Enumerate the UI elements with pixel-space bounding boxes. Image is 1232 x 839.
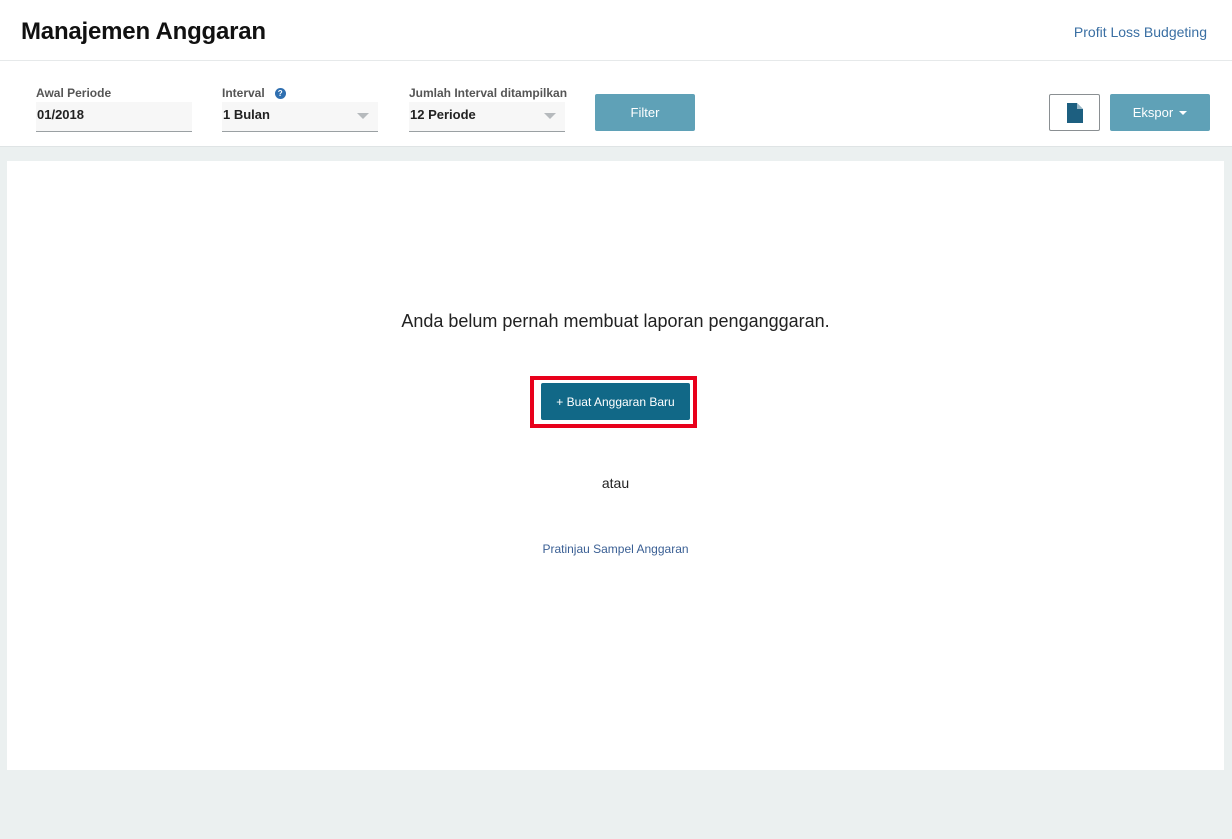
interval-field: Interval ? 1 Bulan: [222, 86, 378, 132]
interval-value: 1 Bulan: [223, 107, 270, 122]
chevron-down-icon: [1179, 110, 1188, 115]
or-text: atau: [601, 475, 630, 491]
dropdown-arrow-icon: [544, 113, 556, 119]
export-button[interactable]: Ekspor: [1110, 94, 1210, 131]
filter-bar: Awal Periode 01/2018 Interval ? 1 Bulan …: [0, 61, 1232, 147]
filter-button[interactable]: Filter: [595, 94, 695, 131]
document-button[interactable]: [1049, 94, 1100, 131]
interval-count-field: Jumlah Interval ditampilkan 12 Periode: [409, 86, 567, 132]
main-card: Anda belum pernah membuat laporan pengan…: [7, 161, 1224, 770]
interval-label-row: Interval ?: [222, 86, 378, 100]
interval-count-select[interactable]: 12 Periode: [409, 102, 565, 132]
start-period-value: 01/2018: [37, 107, 84, 122]
empty-state-message: Anda belum pernah membuat laporan pengan…: [401, 311, 830, 331]
interval-label: Interval: [222, 86, 265, 100]
page-header: Manajemen Anggaran Profit Loss Budgeting: [0, 0, 1232, 61]
interval-count-label: Jumlah Interval ditampilkan: [409, 86, 568, 100]
start-period-field: Awal Periode 01/2018: [36, 86, 192, 132]
interval-select[interactable]: 1 Bulan: [222, 102, 378, 132]
start-period-label: Awal Periode: [36, 86, 112, 100]
profit-loss-budgeting-link[interactable]: Profit Loss Budgeting: [1074, 24, 1207, 40]
create-budget-button[interactable]: + Buat Anggaran Baru: [541, 383, 690, 420]
interval-count-value: 12 Periode: [410, 107, 476, 122]
page-title: Manajemen Anggaran: [21, 18, 266, 45]
preview-sample-budget-link[interactable]: Pratinjau Sampel Anggaran: [7, 542, 1224, 556]
dropdown-arrow-icon: [357, 113, 369, 119]
question-circle-icon[interactable]: ?: [274, 87, 286, 99]
start-period-input[interactable]: 01/2018: [36, 102, 192, 132]
export-label: Ekspor: [1132, 105, 1174, 120]
file-icon: [1066, 102, 1083, 123]
